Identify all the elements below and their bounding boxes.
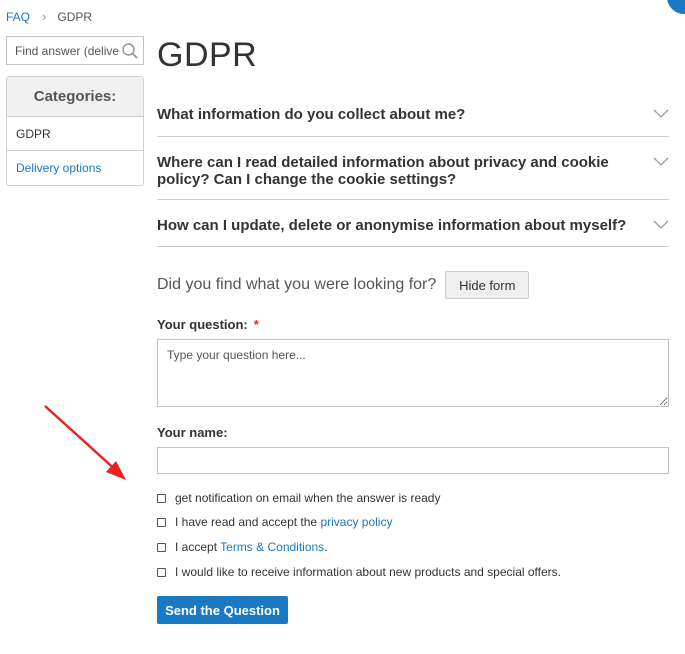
breadcrumb-separator: ›	[42, 9, 47, 24]
ask-question-prompt: Did you find what you were looking for?	[157, 276, 437, 293]
breadcrumb-current: GDPR	[57, 9, 93, 24]
privacy-label-text: I have read and accept the	[175, 515, 321, 529]
red-arrow-annotation	[44, 405, 126, 480]
faq-search	[6, 36, 144, 65]
faq-question-text[interactable]: How can I update, delete or anonymise in…	[157, 217, 635, 234]
search-icon[interactable]	[121, 42, 139, 60]
corner-badge[interactable]	[667, 0, 685, 14]
categories-title: Categories:	[7, 77, 143, 117]
categories-panel: Categories: GDPR Delivery options	[6, 76, 144, 186]
notify-option: get notification on email when the answe…	[157, 491, 440, 505]
category-item-gdpr[interactable]: GDPR	[7, 117, 143, 151]
hide-form-button[interactable]: Hide form	[445, 271, 530, 299]
newsletter-checkbox[interactable]	[157, 567, 166, 577]
page-title: GDPR	[157, 36, 258, 74]
ask-question-row: Did you find what you were looking for? …	[157, 271, 530, 299]
category-item-delivery-options[interactable]: Delivery options	[7, 151, 143, 185]
chevron-down-icon[interactable]	[653, 109, 669, 119]
terms-label-text: I accept	[175, 540, 221, 554]
privacy-option: I have read and accept the privacy polic…	[157, 515, 392, 529]
search-input[interactable]	[7, 37, 119, 64]
privacy-checkbox[interactable]	[157, 517, 166, 527]
faq-question-text[interactable]: Where can I read detailed information ab…	[157, 154, 635, 188]
terms-checkbox[interactable]	[157, 542, 166, 552]
newsletter-label: I would like to receive information abou…	[175, 565, 561, 579]
newsletter-option: I would like to receive information abou…	[157, 565, 561, 579]
privacy-policy-link[interactable]: privacy policy	[320, 515, 392, 529]
terms-conditions-link[interactable]: Terms & Conditions	[220, 540, 324, 554]
terms-option: I accept Terms & Conditions.	[157, 540, 328, 554]
required-asterisk: *	[253, 317, 259, 332]
name-input[interactable]	[157, 447, 669, 474]
breadcrumb: FAQ › GDPR	[6, 9, 92, 24]
notify-label: get notification on email when the answe…	[175, 491, 441, 505]
faq-question-item[interactable]: How can I update, delete or anonymise in…	[157, 200, 669, 247]
faq-question-item[interactable]: What information do you collect about me…	[157, 92, 669, 137]
chevron-down-icon[interactable]	[653, 157, 669, 167]
privacy-label: I have read and accept the privacy polic…	[175, 515, 392, 529]
faq-question-list: What information do you collect about me…	[157, 92, 669, 247]
question-label-text: Your question:	[157, 317, 248, 332]
notify-checkbox[interactable]	[157, 493, 166, 503]
faq-question-text[interactable]: What information do you collect about me…	[157, 106, 635, 123]
send-question-button[interactable]: Send the Question	[157, 596, 288, 624]
terms-label: I accept Terms & Conditions.	[175, 540, 328, 554]
question-label: Your question: *	[157, 317, 259, 332]
faq-question-item[interactable]: Where can I read detailed information ab…	[157, 137, 669, 200]
chevron-down-icon[interactable]	[653, 220, 669, 230]
question-textarea[interactable]	[157, 339, 669, 407]
name-label: Your name:	[157, 425, 228, 440]
breadcrumb-faq-link[interactable]: FAQ	[6, 10, 30, 24]
terms-label-suffix: .	[324, 540, 328, 554]
